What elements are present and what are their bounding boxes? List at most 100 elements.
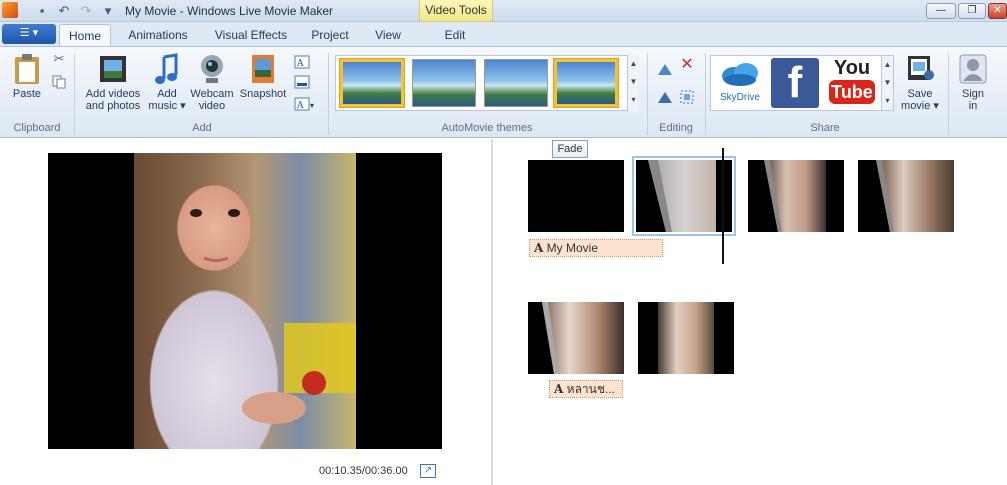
tab-edit[interactable]: Edit <box>427 24 483 46</box>
skydrive-cloud-icon <box>722 63 758 86</box>
minimize-button[interactable]: — <box>926 3 956 19</box>
separator <box>948 53 949 135</box>
webcam-video-button[interactable]: Webcam video <box>190 53 234 112</box>
tab-animations[interactable]: Animations <box>120 24 196 46</box>
window-title: My Movie - Windows Live Movie Maker <box>125 4 334 18</box>
svg-text:A: A <box>296 59 304 69</box>
fullscreen-icon[interactable]: ↗ <box>420 464 436 478</box>
gallery-more-icon[interactable]: ▾ <box>882 92 893 110</box>
scroll-up-icon[interactable]: ▲ <box>628 55 639 73</box>
rotate-right-icon[interactable] <box>656 89 674 105</box>
paste-label: Paste <box>12 88 42 100</box>
facebook-button[interactable]: f <box>771 58 819 108</box>
rotate-left-icon[interactable] <box>656 61 674 77</box>
user-icon <box>959 54 987 84</box>
playback-time: 00:10.35/00:36.00 <box>319 465 408 477</box>
scroll-down-icon[interactable]: ▼ <box>628 73 639 91</box>
title-bar: ▪ ↶ ↷ ▾ My Movie - Windows Live Movie Ma… <box>0 0 1007 22</box>
share-gallery: SkyDrive f You Tube ▲ ▼ ▾ <box>710 55 894 111</box>
add-videos-photos-button[interactable]: Add videos and photos <box>82 53 144 112</box>
tab-home[interactable]: Home <box>59 24 111 46</box>
scroll-up-icon[interactable]: ▲ <box>882 56 893 74</box>
sign-in-label-2: in <box>968 100 978 112</box>
storyboard-clip[interactable] <box>528 302 624 374</box>
snapshot-button[interactable]: Snapshot <box>236 53 290 100</box>
separator <box>647 53 648 135</box>
clipboard-group-label: Clipboard <box>13 122 61 134</box>
undo-icon[interactable]: ↶ <box>56 3 72 19</box>
skydrive-label: SkyDrive <box>719 92 760 103</box>
save-movie-label: Save <box>907 88 933 100</box>
webcam-label: Webcam <box>190 88 234 100</box>
storyboard-clip[interactable] <box>858 160 954 232</box>
skydrive-button[interactable]: SkyDrive <box>715 60 765 104</box>
scroll-down-icon[interactable]: ▼ <box>882 74 893 92</box>
theme-thumbnail[interactable] <box>340 59 404 107</box>
video-preview[interactable] <box>48 153 442 449</box>
caption-my-movie[interactable]: A My Movie <box>529 239 663 257</box>
tab-visual-effects[interactable]: Visual Effects <box>206 24 296 46</box>
automovie-themes-group-label: AutoMovie themes <box>441 122 533 134</box>
add-music-label: Add <box>157 88 177 100</box>
caption-icon[interactable] <box>294 75 310 89</box>
add-music-button[interactable]: Add music ▾ <box>148 53 186 112</box>
storyboard-clip-selected[interactable] <box>632 156 736 236</box>
redo-icon[interactable]: ↷ <box>78 3 94 19</box>
transition-wipe-icon <box>528 302 558 374</box>
gallery-more-icon[interactable]: ▾ <box>628 91 639 109</box>
pane-divider[interactable] <box>491 139 493 485</box>
snapshot-icon <box>252 55 274 83</box>
share-group-label: Share <box>810 122 840 134</box>
storyboard-clip[interactable] <box>528 160 624 232</box>
svg-text:A: A <box>296 101 304 111</box>
caption-text: หลานช... <box>566 382 616 396</box>
add-videos-label-2: and photos <box>85 100 141 112</box>
editing-group-label: Editing <box>659 122 693 134</box>
share-gallery-scroll[interactable]: ▲ ▼ ▾ <box>881 56 893 110</box>
caption-text-icon: A <box>554 382 564 396</box>
save-movie-label-2: movie <box>901 100 931 112</box>
webcam-label-2: video <box>198 100 226 112</box>
film-photo-icon <box>100 56 126 82</box>
webcam-icon <box>201 55 223 83</box>
credits-icon[interactable]: A ▾ <box>294 97 322 111</box>
music-note-icon <box>155 53 178 84</box>
youtube-button[interactable]: You Tube <box>829 58 875 108</box>
gallery-scroll[interactable]: ▲ ▼ ▾ <box>627 55 639 111</box>
copy-icon[interactable] <box>52 75 66 89</box>
tab-view[interactable]: View <box>364 24 412 46</box>
save-icon[interactable]: ▪ <box>34 3 50 19</box>
sign-in-label: Sign <box>961 88 985 100</box>
application-menu-button[interactable]: ☰ ▾ <box>2 24 56 44</box>
sign-in-button[interactable]: Sign in <box>954 53 992 112</box>
save-movie-icon <box>908 56 934 80</box>
transition-wipe-icon <box>636 160 732 232</box>
snapshot-label: Snapshot <box>239 88 287 100</box>
separator <box>74 53 75 135</box>
facebook-f-icon: f <box>787 58 803 107</box>
customize-qat-icon[interactable]: ▾ <box>100 3 116 19</box>
theme-thumbnail[interactable] <box>484 59 548 107</box>
maximize-button[interactable]: ❐ <box>958 3 986 19</box>
save-movie-button[interactable]: Save movie ▾ <box>898 53 942 112</box>
caption-thai[interactable]: A หลานช... <box>549 380 623 398</box>
tab-project[interactable]: Project <box>304 24 356 46</box>
select-all-icon[interactable] <box>678 89 696 105</box>
transition-wipe-icon <box>858 160 894 232</box>
add-videos-label: Add videos <box>85 88 141 100</box>
remove-icon[interactable]: ✕ <box>678 57 696 77</box>
theme-thumbnail-fade[interactable] <box>554 59 618 107</box>
theme-thumbnail[interactable] <box>412 59 476 107</box>
cut-icon[interactable]: ✂ <box>52 52 66 67</box>
paste-button[interactable]: Paste <box>8 53 46 100</box>
storyboard-clip[interactable] <box>638 302 734 374</box>
playhead[interactable] <box>722 148 724 264</box>
preview-photo <box>134 153 356 449</box>
youtube-label: You <box>833 57 871 79</box>
storyboard-clip[interactable] <box>748 160 844 232</box>
close-button[interactable]: ✕ <box>988 3 1007 19</box>
title-icon[interactable]: A <box>294 55 310 69</box>
fade-tooltip: Fade <box>552 140 588 158</box>
app-icon[interactable] <box>2 2 18 18</box>
automovie-themes-gallery <box>335 55 639 111</box>
